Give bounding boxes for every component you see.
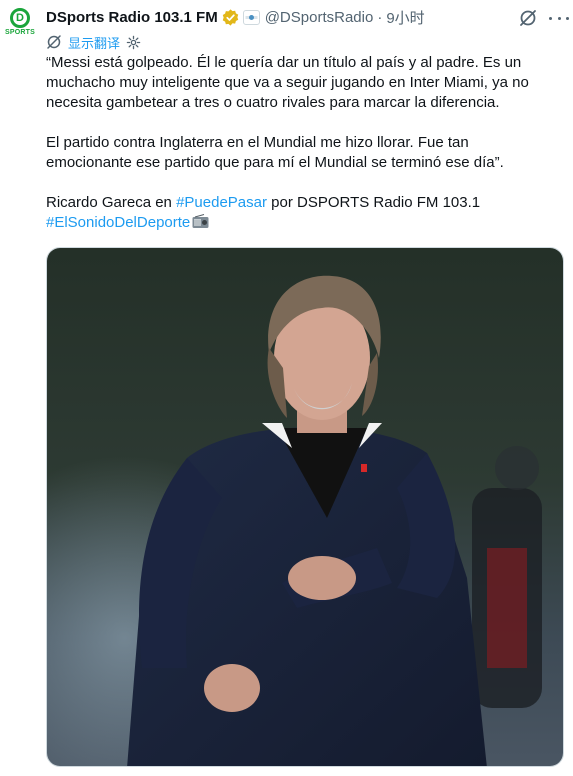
affiliate-badge-icon[interactable] — [242, 9, 260, 25]
more-icon[interactable] — [549, 8, 569, 28]
post-timestamp[interactable]: 9小时 — [386, 7, 424, 28]
tweet-text-line: emocionante ese partido que para mí el M… — [46, 154, 504, 171]
verified-badge-icon[interactable] — [222, 8, 239, 26]
tweet-credit-line: Ricardo Gareca en #PuedePasar por DSPORT… — [46, 193, 566, 213]
translate-row: 显示翻译 — [46, 33, 141, 51]
credit-prefix: Ricardo Gareca en — [46, 194, 177, 211]
tweet-text-line: “Messi está golpeado. Él le quería dar u… — [46, 54, 522, 71]
avatar-logo-letter: D — [10, 8, 30, 28]
settings-icon[interactable] — [126, 35, 141, 50]
tweet-text: “Messi está golpeado. Él le quería dar u… — [46, 53, 566, 233]
tweet-photo[interactable] — [46, 247, 564, 767]
tweet-header: DSports Radio 103.1 FM @DSportsRadio · 9… — [46, 7, 425, 27]
tweet-text-line: necesita gambetear a tres o cuatro rival… — [46, 94, 500, 111]
tweet-text-line: muchacho muy inteligente que va a seguir… — [46, 74, 529, 91]
account-avatar[interactable]: D SPORTS — [4, 8, 36, 48]
hashtag-link[interactable]: #PuedePasar — [176, 194, 267, 211]
tweet-text-line: El partido contra Inglaterra en el Mundi… — [46, 134, 469, 151]
hashtag-link[interactable]: #ElSonidoDelDeporte — [46, 214, 190, 231]
grok-icon[interactable] — [518, 8, 538, 28]
avatar-logo-text: SPORTS — [5, 29, 35, 36]
translate-icon — [47, 35, 61, 49]
account-name[interactable]: DSports Radio 103.1 FM — [46, 9, 218, 26]
header-separator: · — [377, 8, 383, 26]
credit-suffix: por DSPORTS Radio FM 103.1 — [266, 194, 481, 211]
show-translation-link[interactable]: 显示翻译 — [68, 33, 120, 52]
account-handle[interactable]: @DSportsRadio — [265, 9, 374, 26]
radio-emoji-icon — [192, 214, 209, 228]
tweet-hashtag-line: #ElSonidoDelDeporte — [46, 213, 566, 233]
